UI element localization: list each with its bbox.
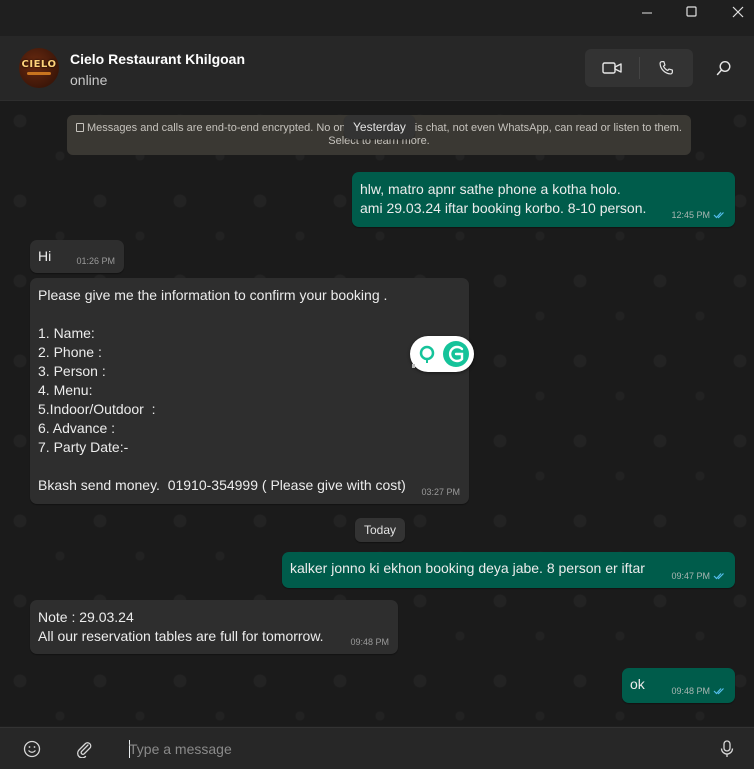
avatar-logo-decoration (27, 72, 51, 75)
message-bubble-incoming[interactable]: Hi 01:26 PM (30, 240, 124, 273)
paperclip-icon (77, 742, 92, 758)
title-bar (0, 0, 754, 36)
search-button[interactable] (708, 49, 740, 87)
contact-name[interactable]: Cielo Restaurant Khilgoan (70, 51, 245, 67)
emoji-icon (23, 740, 41, 758)
message-time: 09:48 PM (671, 686, 710, 696)
maximize-button[interactable] (669, 0, 715, 24)
message-input[interactable] (129, 736, 689, 762)
emoji-button[interactable] (21, 738, 43, 760)
voice-message-button[interactable] (716, 738, 738, 760)
chat-area[interactable]: Messages and calls are end-to-end encryp… (0, 101, 754, 726)
avatar[interactable]: CIELO (19, 48, 59, 88)
lock-icon (76, 123, 85, 132)
microphone-icon (720, 740, 734, 757)
chat-header: CIELO Cielo Restaurant Khilgoan online (0, 36, 754, 101)
minimize-button[interactable] (624, 0, 670, 24)
message-text: kalker jonno ki ekhon booking deya jabe.… (290, 560, 645, 576)
message-text: Hi (38, 248, 52, 264)
message-text: ok (630, 676, 645, 692)
message-text: hlw, matro apnr sathe phone a kotha holo… (360, 181, 647, 216)
message-bubble-incoming[interactable]: Please give me the information to confir… (30, 278, 469, 504)
message-meta: 12:45 PM (671, 210, 726, 220)
date-divider-today: Today (355, 518, 406, 542)
attach-button[interactable] (73, 738, 95, 760)
avatar-logo-text: CIELO (21, 59, 57, 70)
message-composer (0, 727, 754, 769)
grammarly-icon (412, 341, 469, 368)
double-check-icon (713, 688, 724, 695)
message-meta: 09:48 PM (350, 637, 389, 647)
date-divider-yesterday: Yesterday (344, 115, 415, 139)
message-bubble-outgoing[interactable]: hlw, matro apnr sathe phone a kotha holo… (352, 172, 735, 227)
contact-status: online (70, 72, 108, 88)
message-time: 01:26 PM (76, 256, 115, 266)
video-camera-icon (602, 62, 622, 74)
message-meta: 09:48 PM (671, 686, 726, 696)
search-icon (716, 60, 731, 76)
close-button[interactable] (715, 0, 754, 24)
message-time: 12:45 PM (671, 210, 710, 220)
message-time: 09:47 PM (671, 571, 710, 581)
message-bubble-incoming[interactable]: Note : 29.03.24 All our reservation tabl… (30, 600, 398, 654)
close-icon (732, 6, 744, 18)
double-check-icon (713, 573, 724, 580)
message-meta: 09:47 PM (671, 571, 726, 581)
maximize-icon (686, 6, 697, 17)
video-call-button[interactable] (585, 49, 639, 87)
call-button-group (585, 49, 693, 87)
message-bubble-outgoing[interactable]: kalker jonno ki ekhon booking deya jabe.… (282, 552, 735, 588)
double-check-icon (713, 212, 724, 219)
message-text: Note : 29.03.24 All our reservation tabl… (38, 609, 324, 644)
grammarly-widget[interactable] (410, 336, 474, 372)
message-meta: 03:27 PM (421, 487, 460, 497)
voice-call-button[interactable] (639, 49, 693, 87)
message-bubble-outgoing[interactable]: ok 09:48 PM (622, 668, 735, 703)
minimize-icon (641, 12, 652, 13)
phone-icon (659, 61, 673, 75)
message-time: 09:48 PM (350, 637, 389, 647)
message-text: Please give me the information to confir… (38, 287, 406, 493)
message-meta: 01:26 PM (76, 256, 115, 266)
message-time: 03:27 PM (421, 487, 460, 497)
